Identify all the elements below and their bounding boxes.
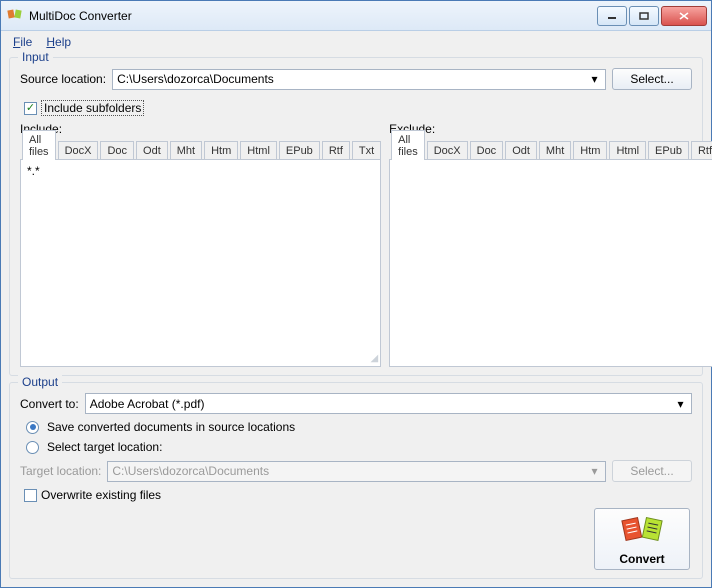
chevron-down-icon: ▾ <box>672 396 689 411</box>
output-legend: Output <box>18 375 62 389</box>
include-tab-mht[interactable]: Mht <box>170 141 202 159</box>
exclude-tab-mht[interactable]: Mht <box>539 141 571 159</box>
menu-file[interactable]: File <box>7 33 38 51</box>
target-row: Target location: C:\Users\dozorca\Docume… <box>20 460 692 482</box>
select-target-row: Select target location: <box>26 440 692 454</box>
convert-to-combo[interactable]: Adobe Acrobat (*.pdf) ▾ <box>85 393 692 414</box>
include-tab-htm[interactable]: Htm <box>204 141 238 159</box>
exclude-tab-rtf[interactable]: Rtf <box>691 141 712 159</box>
source-location-label: Source location: <box>20 72 106 86</box>
source-location-value: C:\Users\dozorca\Documents <box>117 72 274 86</box>
include-tab-all[interactable]: All files <box>22 130 56 160</box>
include-pane: Include: All files DocX Doc Odt Mht Htm … <box>20 122 381 367</box>
exclude-tab-odt[interactable]: Odt <box>505 141 537 159</box>
include-listbox[interactable]: *.* ◢ <box>20 160 381 367</box>
output-group: Output Convert to: Adobe Acrobat (*.pdf)… <box>9 382 703 579</box>
window: MultiDoc Converter File Help Input Sourc… <box>0 0 712 588</box>
exclude-listbox[interactable]: ◢ <box>389 160 712 367</box>
input-legend: Input <box>18 50 53 64</box>
include-tab-rtf[interactable]: Rtf <box>322 141 350 159</box>
exclude-tab-docx[interactable]: DocX <box>427 141 468 159</box>
include-tab-odt[interactable]: Odt <box>136 141 168 159</box>
source-row: Source location: C:\Users\dozorca\Docume… <box>20 68 692 90</box>
include-label: Include: <box>20 122 381 136</box>
convert-icon <box>619 513 665 550</box>
target-location-value: C:\Users\dozorca\Documents <box>112 464 269 478</box>
maximize-button[interactable] <box>629 6 659 26</box>
exclude-tab-all[interactable]: All files <box>391 130 425 160</box>
convert-to-row: Convert to: Adobe Acrobat (*.pdf) ▾ <box>20 393 692 414</box>
include-pattern: *.* <box>27 164 40 178</box>
select-target-label[interactable]: Select target location: <box>47 440 162 454</box>
app-icon <box>7 8 23 24</box>
include-tab-txt[interactable]: Txt <box>352 141 381 159</box>
convert-button[interactable]: Convert <box>594 508 690 570</box>
input-group: Input Source location: C:\Users\dozorca\… <box>9 57 703 376</box>
source-select-button[interactable]: Select... <box>612 68 692 90</box>
include-tab-html[interactable]: Html <box>240 141 277 159</box>
menu-file-label: ile <box>20 35 32 49</box>
overwrite-checkbox[interactable] <box>24 489 37 502</box>
target-location-label: Target location: <box>20 464 101 478</box>
include-tabs: All files DocX Doc Odt Mht Htm Html EPub… <box>20 138 381 160</box>
client-area: Input Source location: C:\Users\dozorca\… <box>1 53 711 587</box>
convert-to-value: Adobe Acrobat (*.pdf) <box>90 397 205 411</box>
exclude-label: Exclude: <box>389 122 712 136</box>
chevron-down-icon: ▾ <box>586 72 603 87</box>
resize-grip-icon: ◢ <box>370 354 378 364</box>
menu-help[interactable]: Help <box>40 33 77 51</box>
minimize-button[interactable] <box>597 6 627 26</box>
include-tab-epub[interactable]: EPub <box>279 141 320 159</box>
window-buttons <box>597 6 707 26</box>
exclude-tab-doc[interactable]: Doc <box>470 141 504 159</box>
target-location-combo: C:\Users\dozorca\Documents ▾ <box>107 461 606 482</box>
include-subfolders-checkbox[interactable] <box>24 102 37 115</box>
exclude-tab-htm[interactable]: Htm <box>573 141 607 159</box>
save-in-source-radio[interactable] <box>26 421 39 434</box>
save-in-source-label[interactable]: Save converted documents in source locat… <box>47 420 295 434</box>
menubar: File Help <box>1 31 711 53</box>
window-title: MultiDoc Converter <box>29 9 597 23</box>
include-subfolders-row: Include subfolders <box>24 100 692 116</box>
close-button[interactable] <box>661 6 707 26</box>
chevron-down-icon: ▾ <box>586 464 603 479</box>
titlebar: MultiDoc Converter <box>1 1 711 31</box>
include-tab-doc[interactable]: Doc <box>100 141 134 159</box>
exclude-pane: Exclude: All files DocX Doc Odt Mht Htm … <box>389 122 712 367</box>
convert-button-label: Convert <box>619 552 664 566</box>
select-target-radio[interactable] <box>26 441 39 454</box>
convert-to-label: Convert to: <box>20 397 79 411</box>
exclude-tabs: All files DocX Doc Odt Mht Htm Html EPub… <box>389 138 712 160</box>
include-tab-docx[interactable]: DocX <box>58 141 99 159</box>
source-location-combo[interactable]: C:\Users\dozorca\Documents ▾ <box>112 69 606 90</box>
menu-help-label: elp <box>55 35 71 49</box>
target-select-button: Select... <box>612 460 692 482</box>
overwrite-label[interactable]: Overwrite existing files <box>41 488 161 502</box>
include-subfolders-label[interactable]: Include subfolders <box>41 100 144 116</box>
overwrite-row: Overwrite existing files <box>24 488 692 502</box>
save-in-source-row: Save converted documents in source locat… <box>26 420 692 434</box>
exclude-tab-epub[interactable]: EPub <box>648 141 689 159</box>
exclude-tab-html[interactable]: Html <box>609 141 646 159</box>
